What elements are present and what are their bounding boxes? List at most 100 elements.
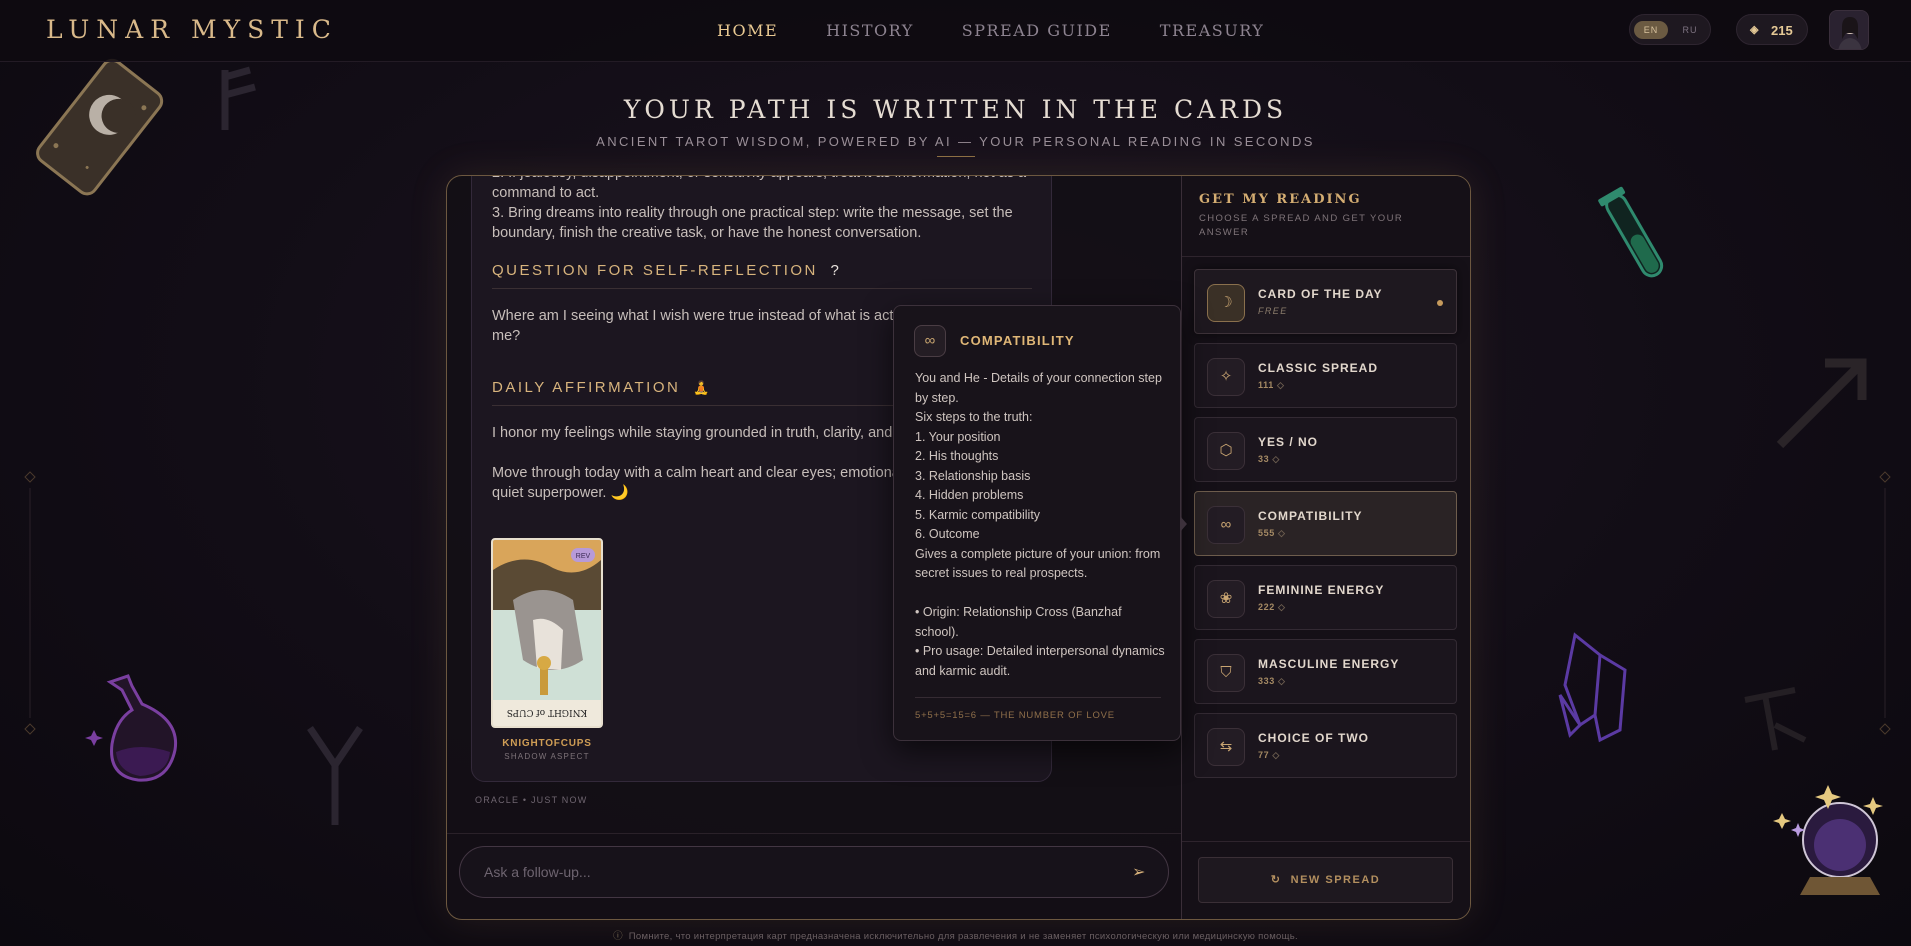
nav-treasury[interactable]: TREASURY bbox=[1160, 21, 1265, 40]
avatar-portrait-icon bbox=[1830, 11, 1868, 49]
refresh-icon: ↻ bbox=[1270, 874, 1282, 886]
gem-icon: ◇ bbox=[1272, 454, 1280, 464]
spread-masculine-energy[interactable]: ⛉ MASCULINE ENERGY 333 ◇ bbox=[1194, 639, 1457, 704]
spread-card-of-the-day[interactable]: ☽ CARD OF THE DAY FREE bbox=[1194, 269, 1457, 334]
tooltip-arrow bbox=[1180, 516, 1187, 532]
question-mark-icon: ? bbox=[830, 262, 842, 279]
tooltip-line: You and He - Details of your connection … bbox=[915, 371, 1162, 405]
gem-icon: ◇ bbox=[1272, 750, 1280, 760]
tooltip-line: 5. Karmic compatibility bbox=[915, 507, 1041, 522]
affirmation-heading: DAILY AFFIRMATION 🧘 bbox=[492, 379, 712, 396]
tooltip-line: 3. Relationship basis bbox=[915, 468, 1031, 483]
tooltip-line: Gives a complete picture of your union: … bbox=[915, 546, 1161, 581]
tarot-card-image[interactable]: KNIGHT of CUPS REV bbox=[491, 538, 603, 728]
spread-sidebar: GET MY READING CHOOSE A SPREAD AND GET Y… bbox=[1181, 176, 1470, 919]
active-dot bbox=[1437, 300, 1443, 306]
tooltip-divider bbox=[915, 697, 1161, 698]
gem-count: 215 bbox=[1771, 23, 1793, 38]
spread-price: 33 ◇ bbox=[1258, 454, 1280, 464]
gem-icon: ◇ bbox=[1277, 676, 1286, 686]
hero-subtitle: ANCIENT TAROT WISDOM, POWERED BY AI — YO… bbox=[596, 134, 1315, 149]
knight-of-cups-card-icon: KNIGHT of CUPS REV bbox=[493, 540, 601, 726]
avatar[interactable] bbox=[1829, 10, 1869, 50]
rune-decoration bbox=[307, 726, 363, 825]
reading-step-3: 3. Bring dreams into reality through one… bbox=[492, 205, 1013, 241]
section-divider bbox=[492, 288, 1032, 289]
reversed-badge: REV bbox=[576, 553, 591, 560]
logo[interactable]: LUNAR MYSTIC bbox=[46, 15, 338, 44]
lang-ru[interactable]: RU bbox=[1673, 21, 1707, 39]
composer: ➢ bbox=[447, 833, 1181, 919]
spread-yes-no[interactable]: ⬡ YES / NO 33 ◇ bbox=[1194, 417, 1457, 482]
tooltip-line: 4. Hidden problems bbox=[915, 488, 1024, 502]
rune-decoration bbox=[1744, 687, 1807, 751]
nav-home[interactable]: HOME bbox=[717, 21, 778, 40]
crystal-ball-decoration bbox=[1773, 785, 1883, 895]
spread-choice-of-two[interactable]: ⇆ CHOICE OF TWO 77 ◇ bbox=[1194, 713, 1457, 778]
gem-icon: ◇ bbox=[1277, 602, 1286, 612]
sidebar-divider bbox=[1182, 256, 1470, 257]
disclaimer: ⓘ Помните, что интерпретация карт предна… bbox=[613, 931, 1298, 942]
send-icon[interactable]: ➢ bbox=[1132, 862, 1145, 882]
spread-info-tooltip: ∞ COMPATIBILITY You and He - Details of … bbox=[893, 305, 1181, 741]
signpost-icon: ⇆ bbox=[1207, 728, 1245, 766]
gem-icon: ◇ bbox=[1276, 380, 1285, 390]
spread-price: 77 ◇ bbox=[1258, 750, 1280, 760]
test-tube-decoration bbox=[1598, 186, 1664, 278]
hero-title: YOUR PATH IS WRITTEN IN THE CARDS bbox=[623, 95, 1288, 124]
arrow-rune-decoration bbox=[1776, 358, 1867, 449]
lang-en[interactable]: EN bbox=[1634, 21, 1668, 39]
main-nav: HOME HISTORY SPREAD GUIDE TREASURY bbox=[717, 21, 1264, 40]
gem-icon: ◈ bbox=[1750, 24, 1759, 36]
spread-price: FREE bbox=[1258, 306, 1288, 316]
tooltip-line: Six steps to the truth: bbox=[915, 410, 1033, 424]
lotus-icon: ❀ bbox=[1207, 580, 1245, 618]
tooltip-line: 1. Your position bbox=[915, 429, 1001, 444]
spread-price: 555 ◇ bbox=[1258, 528, 1286, 538]
message-meta: ORACLE • JUST NOW bbox=[475, 795, 588, 805]
question-heading: QUESTION FOR SELF-REFLECTION ? bbox=[492, 262, 842, 279]
spread-name: COMPATIBILITY bbox=[1258, 509, 1363, 523]
spread-name: FEMININE ENERGY bbox=[1258, 583, 1385, 597]
sidebar-subheading: CHOOSE A SPREAD AND GET YOUR ANSWER bbox=[1199, 213, 1404, 238]
new-spread-button[interactable]: ↻ NEW SPREAD bbox=[1198, 857, 1453, 903]
spread-price: 222 ◇ bbox=[1258, 602, 1286, 612]
spread-name: CARD OF THE DAY bbox=[1258, 287, 1383, 301]
nav-history[interactable]: HISTORY bbox=[826, 21, 914, 40]
language-toggle[interactable]: EN RU bbox=[1629, 14, 1711, 45]
spread-classic[interactable]: ✧ CLASSIC SPREAD 111 ◇ bbox=[1194, 343, 1457, 408]
spread-price: 333 ◇ bbox=[1258, 676, 1286, 686]
top-bar: LUNAR MYSTIC HOME HISTORY SPREAD GUIDE T… bbox=[0, 0, 1911, 62]
moon-icon: ☽ bbox=[1207, 284, 1245, 322]
tooltip-line bbox=[915, 584, 1165, 604]
meditation-icon: 🧘 bbox=[693, 380, 712, 395]
tarot-card-decoration bbox=[36, 58, 164, 196]
card-title: KNIGHTOFCUPS bbox=[502, 738, 592, 749]
shield-icon: ⛉ bbox=[1207, 654, 1245, 692]
side-line-decoration bbox=[1879, 471, 1891, 735]
spread-name: CLASSIC SPREAD bbox=[1258, 361, 1379, 375]
tooltip-line: 6. Outcome bbox=[915, 527, 980, 541]
tooltip-description: You and He - Details of your connection … bbox=[915, 369, 1165, 681]
nav-spread-guide[interactable]: SPREAD GUIDE bbox=[962, 21, 1112, 40]
spread-name: CHOICE OF TWO bbox=[1258, 731, 1369, 745]
infinity-icon: ∞ bbox=[914, 325, 946, 357]
tooltip-title: COMPATIBILITY bbox=[960, 333, 1075, 348]
side-line-decoration bbox=[24, 471, 36, 735]
spread-price: 111 ◇ bbox=[1258, 380, 1285, 390]
gem-balance[interactable]: ◈ 215 bbox=[1736, 14, 1808, 45]
crystal-decoration bbox=[1558, 632, 1627, 743]
info-icon: ⓘ bbox=[613, 931, 623, 942]
tooltip-line: 2. His thoughts bbox=[915, 449, 999, 463]
follow-up-input[interactable] bbox=[459, 846, 1169, 898]
spread-compatibility[interactable]: ∞ COMPATIBILITY 555 ◇ bbox=[1194, 491, 1457, 556]
tooltip-line: • Pro usage: Detailed interpersonal dyna… bbox=[915, 644, 1165, 678]
hero-divider bbox=[937, 156, 975, 157]
card-face-title: KNIGHT of CUPS bbox=[507, 707, 587, 717]
card-aspect: SHADOW ASPECT bbox=[504, 752, 590, 761]
spread-feminine-energy[interactable]: ❀ FEMININE ENERGY 222 ◇ bbox=[1194, 565, 1457, 630]
tooltip-line: • Origin: Relationship Cross (Banzhaf sc… bbox=[915, 605, 1122, 639]
gem-icon: ◇ bbox=[1277, 528, 1286, 538]
hexagon-icon: ⬡ bbox=[1207, 432, 1245, 470]
reading-step-2: 2. If jealousy, disappointment, or sensi… bbox=[492, 176, 1026, 201]
